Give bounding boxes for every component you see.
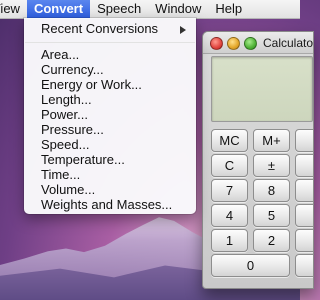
key-m-minus[interactable] — [295, 129, 313, 152]
menu-item-speed[interactable]: Speed... — [24, 137, 196, 152]
convert-menu: Recent Conversions Area... Currency... E… — [24, 18, 196, 214]
key-2[interactable]: 2 — [253, 229, 290, 252]
key-decimal[interactable] — [295, 254, 313, 277]
menu-item-pressure[interactable]: Pressure... — [24, 122, 196, 137]
key-mc[interactable]: MC — [211, 129, 248, 152]
key-8[interactable]: 8 — [253, 179, 290, 202]
key-1[interactable]: 1 — [211, 229, 248, 252]
calculator-display — [211, 56, 313, 122]
menu-item-label: Recent Conversions — [41, 21, 159, 36]
menu-help[interactable]: Help — [208, 0, 249, 18]
key-5[interactable]: 5 — [253, 204, 290, 227]
menu-item-volume[interactable]: Volume... — [24, 182, 196, 197]
calculator-title: Calculator — [263, 36, 314, 50]
key-divide[interactable] — [295, 154, 313, 177]
menu-item-time[interactable]: Time... — [24, 167, 196, 182]
zoom-window-icon[interactable] — [244, 37, 257, 50]
menu-item-temperature[interactable]: Temperature... — [24, 152, 196, 167]
key-plus-minus[interactable]: ± — [253, 154, 290, 177]
key-4[interactable]: 4 — [211, 204, 248, 227]
close-window-icon[interactable] — [210, 37, 223, 50]
minimize-window-icon[interactable] — [227, 37, 240, 50]
menu-bar: View Convert Speech Window Help — [0, 0, 300, 19]
key-6[interactable] — [295, 204, 313, 227]
menu-item-length[interactable]: Length... — [24, 92, 196, 107]
menu-separator — [25, 42, 195, 43]
menu-item-currency[interactable]: Currency... — [24, 62, 196, 77]
menu-item-power[interactable]: Power... — [24, 107, 196, 122]
key-9[interactable] — [295, 179, 313, 202]
key-3[interactable] — [295, 229, 313, 252]
menu-convert[interactable]: Convert — [26, 0, 91, 18]
menu-window[interactable]: Window — [148, 0, 208, 18]
calculator-window: Calculator MC M+ C ± 7 8 4 5 1 2 0 — [202, 31, 314, 289]
menu-item-weights-and-masses[interactable]: Weights and Masses... — [24, 197, 196, 212]
submenu-arrow-icon — [180, 26, 186, 34]
menu-speech[interactable]: Speech — [90, 0, 148, 18]
menu-item-recent-conversions[interactable]: Recent Conversions — [24, 21, 196, 36]
menu-view[interactable]: View — [0, 0, 27, 18]
key-clear[interactable]: C — [211, 154, 248, 177]
key-7[interactable]: 7 — [211, 179, 248, 202]
menu-item-area[interactable]: Area... — [24, 47, 196, 62]
menu-item-energy-or-work[interactable]: Energy or Work... — [24, 77, 196, 92]
key-0[interactable]: 0 — [211, 254, 290, 277]
calculator-titlebar[interactable]: Calculator — [203, 32, 313, 54]
key-m-plus[interactable]: M+ — [253, 129, 290, 152]
